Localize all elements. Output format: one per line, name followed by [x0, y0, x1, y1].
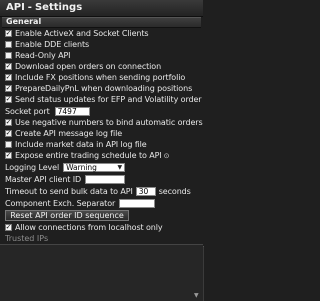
chevron-down-icon: ▼: [117, 163, 123, 171]
checkbox[interactable]: ✓: [5, 152, 12, 159]
option-read-only-api[interactable]: Read-Only API: [5, 50, 201, 61]
option-include-fx-positions[interactable]: ✓ Include FX positions when sending port…: [5, 72, 201, 83]
option-send-status-updates[interactable]: ✓ Send status updates for EFP and Volati…: [5, 94, 202, 105]
component-separator-label: Component Exch. Separator: [5, 199, 116, 208]
option-label: Allow connections from localhost only: [15, 223, 163, 232]
title-section: Settings: [34, 2, 83, 13]
option-enable-dde[interactable]: Enable DDE clients: [5, 39, 201, 50]
page-title: API - Settings: [6, 2, 82, 13]
master-client-id-input[interactable]: [85, 175, 126, 184]
master-client-id-row: Master API client ID: [5, 174, 201, 185]
trusted-ips-list[interactable]: [0, 244, 203, 301]
bulk-timeout-row: Timeout to send bulk data to API 30 seco…: [5, 186, 201, 197]
general-section-label: General: [6, 17, 42, 26]
logging-level-value: Warning: [66, 162, 97, 172]
checkbox[interactable]: ✓: [5, 96, 12, 103]
logging-level-label: Logging Level: [5, 163, 60, 172]
general-section-header: General: [2, 17, 201, 28]
option-label: Enable ActiveX and Socket Clients: [15, 29, 149, 38]
option-label: Enable DDE clients: [15, 40, 90, 49]
checkbox[interactable]: ✓: [5, 85, 12, 92]
option-localhost-only[interactable]: ✓ Allow connections from localhost only: [5, 222, 201, 233]
option-label: Download open orders on connection: [15, 62, 162, 71]
bulk-timeout-unit: seconds: [158, 187, 191, 196]
checkbox[interactable]: [5, 41, 12, 48]
option-negative-numbers[interactable]: ✓ Use negative numbers to bind automatic…: [5, 117, 203, 128]
trusted-ips-label: Trusted IPs: [5, 234, 49, 243]
option-label: Send status updates for EFP and Volatili…: [15, 95, 202, 104]
logging-level-row: Logging Level Warning ▼: [5, 162, 201, 173]
option-label: Read-Only API: [15, 51, 71, 60]
checkbox[interactable]: ✓: [5, 74, 12, 81]
checkbox[interactable]: [5, 52, 12, 59]
option-enable-activex[interactable]: ✓ Enable ActiveX and Socket Clients: [5, 28, 201, 39]
socket-port-row: Socket port 7497: [5, 106, 201, 117]
socket-port-label: Socket port: [5, 107, 50, 116]
bulk-timeout-label: Timeout to send bulk data to API: [5, 187, 133, 196]
option-label: PrepareDailyPnL when downloading positio…: [15, 84, 193, 93]
checkbox[interactable]: ✓: [5, 30, 12, 37]
reset-order-id-button[interactable]: Reset API order ID sequence: [5, 210, 129, 221]
title-app: API: [6, 2, 25, 13]
checkbox[interactable]: ✓: [5, 224, 12, 231]
option-prepare-daily-pnl[interactable]: ✓ PrepareDailyPnL when downloading posit…: [5, 83, 201, 94]
option-label: Create API message log file: [15, 129, 123, 138]
checkbox[interactable]: ✓: [5, 119, 12, 126]
checkbox[interactable]: ✓: [5, 130, 12, 137]
master-client-id-label: Master API client ID: [5, 175, 82, 184]
option-create-api-log[interactable]: ✓ Create API message log file: [5, 128, 201, 139]
bulk-timeout-input[interactable]: 30: [135, 187, 156, 196]
window-titlebar: API - Settings: [0, 0, 203, 17]
logging-level-select[interactable]: Warning ▼: [63, 162, 126, 172]
checkbox[interactable]: ✓: [5, 63, 12, 70]
socket-port-input[interactable]: 7497: [54, 107, 90, 116]
option-expose-trading-schedule[interactable]: ✓ Expose entire trading schedule to API …: [5, 150, 201, 161]
option-label: Include market data in API log file: [15, 140, 147, 149]
component-separator-row: Component Exch. Separator: [5, 198, 201, 209]
option-include-market-data[interactable]: Include market data in API log file: [5, 139, 201, 150]
scroll-down-icon[interactable]: ▼: [194, 292, 199, 299]
option-download-open-orders[interactable]: ✓ Download open orders on connection: [5, 61, 201, 72]
option-label: Include FX positions when sending portfo…: [15, 73, 186, 82]
option-label: Use negative numbers to bind automatic o…: [15, 118, 203, 127]
checkbox[interactable]: [5, 141, 12, 148]
help-icon[interactable]: ⊙: [164, 152, 170, 160]
option-label: Expose entire trading schedule to API: [15, 151, 162, 160]
component-separator-input[interactable]: [119, 199, 156, 208]
title-separator: -: [27, 2, 32, 13]
